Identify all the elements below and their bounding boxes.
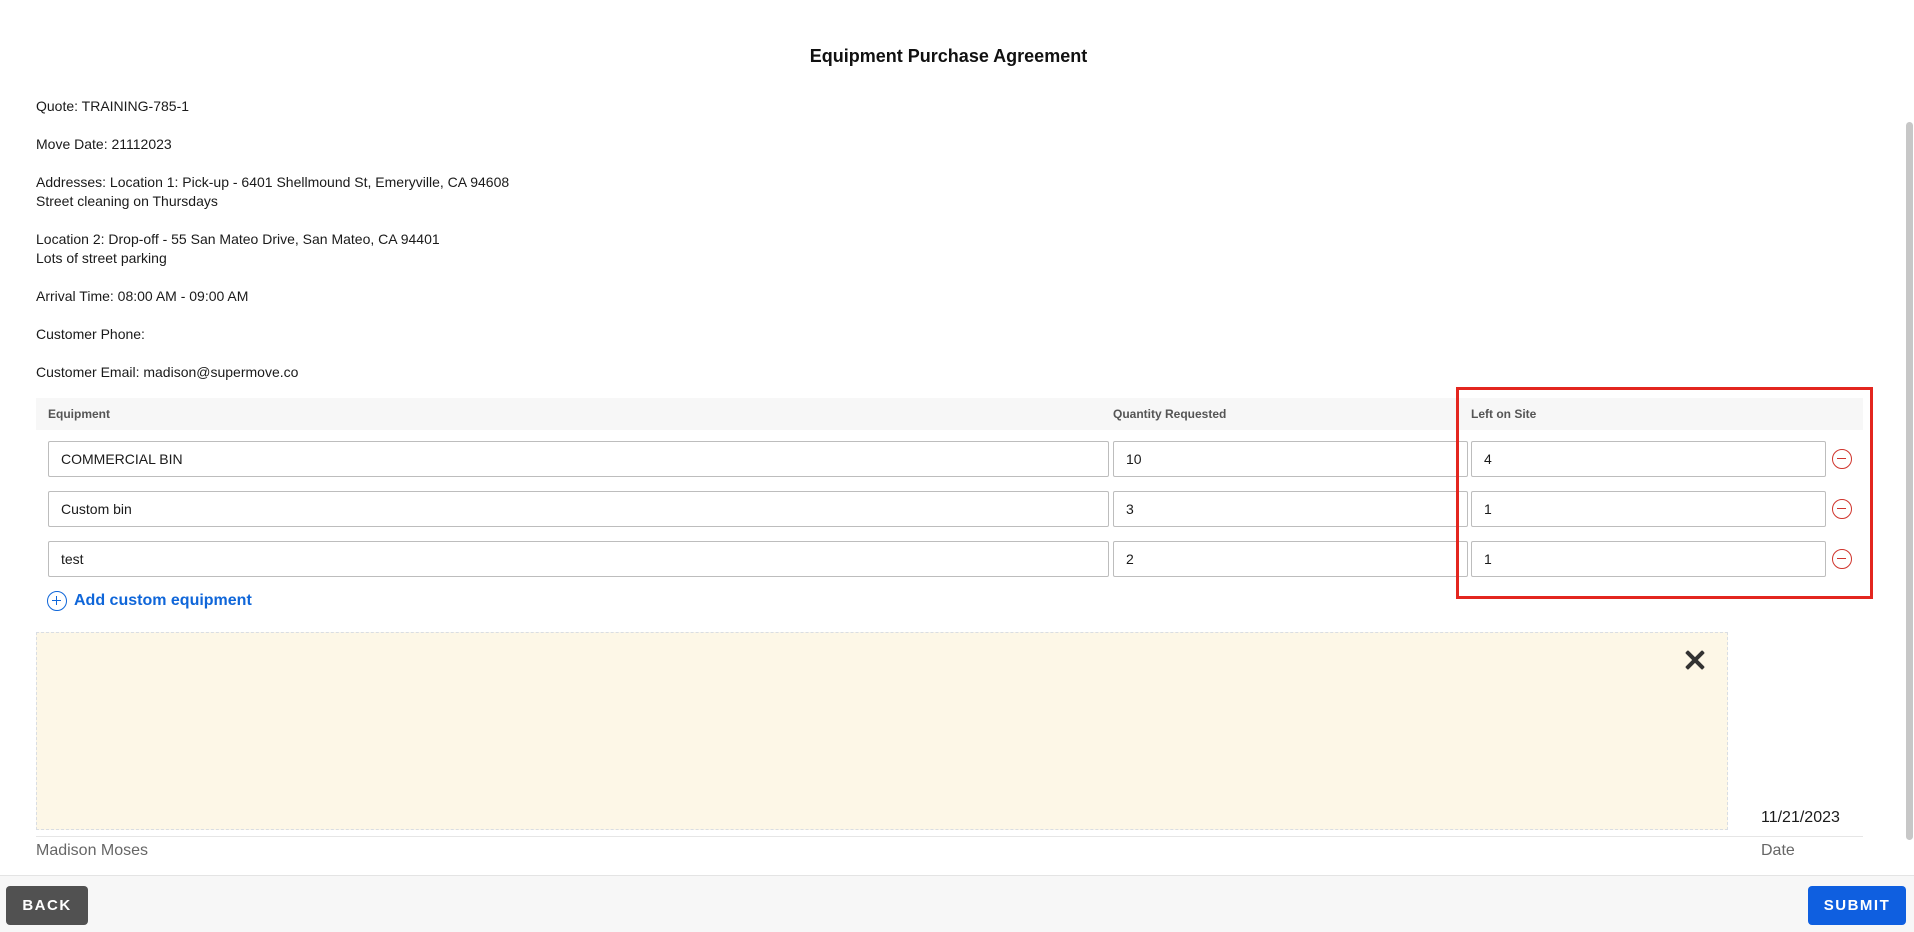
equipment-name-input[interactable]: [48, 441, 1109, 477]
move-date-line: Move Date: 21112023: [36, 136, 172, 152]
addresses-line: Addresses: Location 1: Pick-up - 6401 Sh…: [36, 174, 510, 190]
table-row: [36, 541, 1863, 577]
footer-bar: BACK SUBMIT: [0, 875, 1914, 932]
quantity-requested-input[interactable]: [1113, 441, 1468, 477]
back-button[interactable]: BACK: [6, 886, 88, 925]
minus-circle-icon[interactable]: [1832, 549, 1852, 569]
minus-circle-icon[interactable]: [1832, 499, 1852, 519]
location1-note: Street cleaning on Thursdays: [36, 193, 218, 209]
signature-date-label: Date: [1761, 842, 1795, 859]
table-row: [36, 491, 1863, 527]
location2-note: Lots of street parking: [36, 250, 167, 266]
equipment-name-input[interactable]: [48, 491, 1109, 527]
add-custom-equipment-label: Add custom equipment: [74, 592, 252, 609]
signature-date-value: 11/21/2023: [1761, 809, 1840, 826]
left-on-site-input[interactable]: [1471, 491, 1826, 527]
table-row: [36, 441, 1863, 477]
signature-pad[interactable]: [36, 632, 1728, 830]
arrival-time-line: Arrival Time: 08:00 AM - 09:00 AM: [36, 288, 249, 304]
close-icon[interactable]: [1684, 649, 1706, 671]
submit-button[interactable]: SUBMIT: [1808, 886, 1906, 925]
signer-name: Madison Moses: [36, 842, 149, 859]
equipment-name-input[interactable]: [48, 541, 1109, 577]
plus-circle-icon: [47, 591, 67, 611]
quantity-requested-input[interactable]: [1113, 491, 1468, 527]
customer-email-line: Customer Email: madison@supermove.co: [36, 364, 299, 380]
minus-circle-icon[interactable]: [1832, 449, 1852, 469]
signature-divider: [36, 836, 1863, 837]
left-on-site-input[interactable]: [1471, 541, 1826, 577]
left-on-site-input[interactable]: [1471, 441, 1826, 477]
header-quantity-requested: Quantity Requested: [1113, 407, 1227, 421]
equipment-table-header: Equipment Quantity Requested Left on Sit…: [36, 398, 1863, 430]
customer-phone-line: Customer Phone:: [36, 326, 145, 342]
header-left-on-site: Left on Site: [1471, 407, 1537, 421]
location2-line: Location 2: Drop-off - 55 San Mateo Driv…: [36, 231, 440, 247]
document-title: Equipment Purchase Agreement: [809, 46, 1088, 66]
header-equipment: Equipment: [48, 407, 110, 421]
quote-line: Quote: TRAINING-785-1: [36, 98, 190, 114]
quantity-requested-input[interactable]: [1113, 541, 1468, 577]
page: Equipment Purchase Agreement Quote: TRAI…: [0, 0, 1914, 932]
scrollbar-thumb[interactable]: [1906, 122, 1913, 840]
add-custom-equipment-button[interactable]: Add custom equipment: [47, 591, 252, 611]
